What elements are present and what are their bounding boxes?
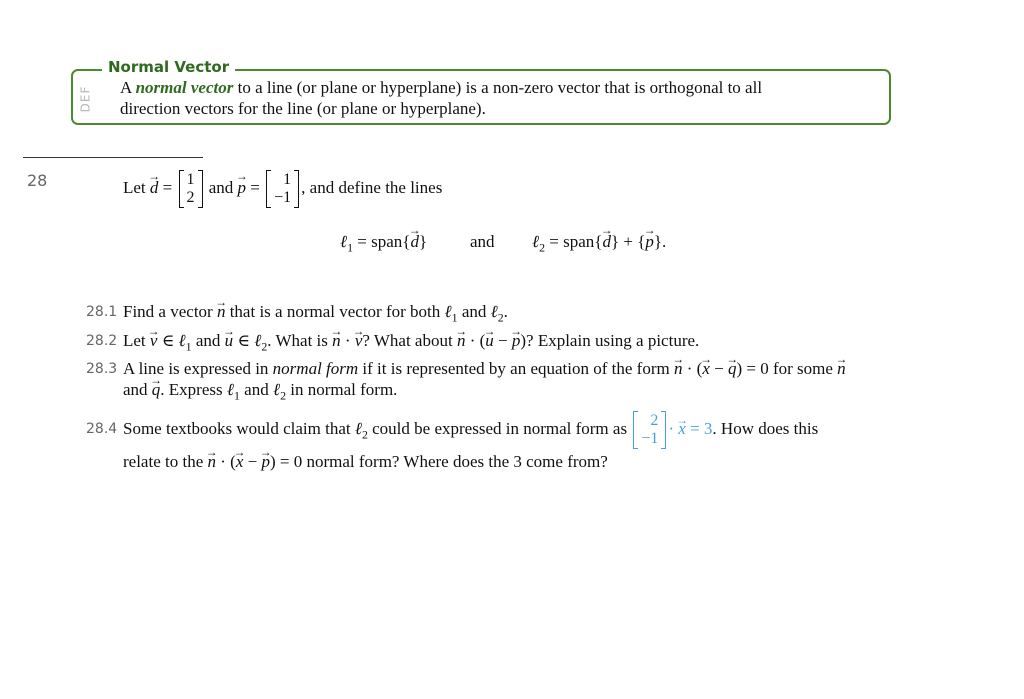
item-text-continued: relate to the n · (x − p) = 0 normal for… <box>123 451 608 472</box>
vector-p: p <box>238 178 247 198</box>
item-text: Some textbooks would claim that ℓ2 could… <box>123 410 818 453</box>
problem-intro: Let d = 12 and p = 1−1 , and define the … <box>123 170 442 208</box>
item-number: 28.3 <box>86 361 118 377</box>
item-number: 28.1 <box>86 304 118 320</box>
definition-term: normal vector <box>135 78 234 97</box>
definition-title: Normal Vector <box>102 57 236 77</box>
section-divider <box>23 157 203 158</box>
item-text: A line is expressed in normal form if it… <box>123 358 846 406</box>
problem-number: 28 <box>27 171 48 190</box>
vector-d: d <box>150 178 159 198</box>
line-l2-definition: ℓ2 = span{d} + {p}. <box>532 232 666 255</box>
line-l1-definition: ℓ1 = span{d} <box>340 232 427 255</box>
item-text: Find a vector n that is a normal vector … <box>123 301 508 328</box>
matrix-p: 1 −1 <box>266 170 300 208</box>
item-number: 28.2 <box>86 333 118 349</box>
definition-tag: DEF <box>78 85 93 113</box>
normal-form-expression: 2−1 · x = 3 <box>631 411 712 450</box>
lines-connector: and <box>470 232 495 251</box>
item-number: 28.4 <box>86 421 118 437</box>
definition-body: A normal vector to a line (or plane or h… <box>120 78 763 118</box>
item-text: Let v ∈ ℓ1 and u ∈ ℓ2. What is n · v? Wh… <box>123 330 699 357</box>
matrix-d: 12 <box>178 170 203 208</box>
